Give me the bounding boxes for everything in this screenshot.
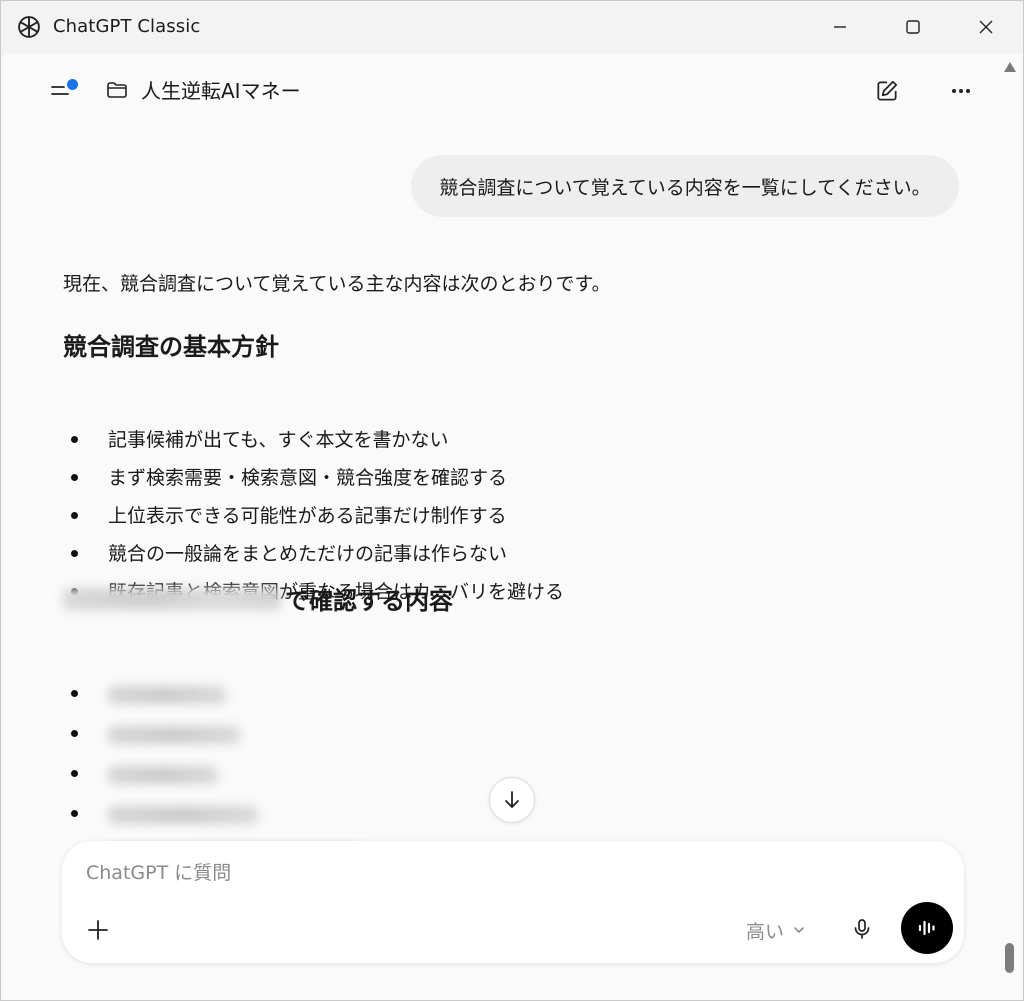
folder-icon	[107, 81, 127, 98]
redacted-text	[63, 587, 281, 610]
more-options-button[interactable]	[943, 73, 979, 109]
list-item: まず検索需要・検索意図・競合強度を確認する	[63, 459, 564, 497]
user-message: 競合調査について覚えている内容を一覧にしてください。	[411, 155, 959, 217]
arrow-down-icon	[505, 791, 519, 808]
sidebar-toggle-icon	[49, 75, 79, 105]
maximize-icon	[906, 20, 920, 34]
chatgpt-logo-icon	[18, 16, 40, 38]
window-title: ChatGPT Classic	[53, 16, 201, 37]
reasoning-level-select[interactable]: 高い	[746, 915, 806, 945]
sidebar-toggle-button[interactable]	[49, 75, 79, 105]
redacted-text	[108, 805, 258, 824]
add-attachment-button[interactable]	[82, 914, 114, 946]
section-heading: で確認する内容	[63, 581, 453, 616]
list-item: 上位表示できる可能性がある記事だけ制作する	[63, 497, 564, 535]
project-name: 人生逆転AIマネー	[141, 79, 301, 103]
new-chat-icon	[877, 80, 898, 101]
minimize-button[interactable]	[803, 1, 877, 53]
list-item	[63, 755, 358, 795]
voice-mode-button[interactable]	[901, 902, 953, 954]
minimize-icon	[834, 26, 846, 28]
scrollbar-thumb[interactable]	[1005, 943, 1014, 973]
new-chat-button[interactable]	[869, 73, 905, 109]
dictation-button[interactable]	[846, 913, 878, 945]
close-icon	[979, 20, 993, 34]
list-item: 競合の一般論をまとめただけの記事は作らない	[63, 535, 564, 573]
chevron-down-icon	[794, 927, 804, 933]
list-item	[63, 715, 358, 755]
list-item	[63, 795, 358, 835]
assistant-intro: 現在、競合調査について覚えている主な内容は次のとおりです。	[63, 273, 611, 295]
redacted-text	[108, 725, 240, 744]
voice-mode-icon	[918, 920, 935, 936]
assistant-message: 現在、競合調査について覚えている主な内容は次のとおりです。 競合調査の基本方針 …	[63, 269, 963, 864]
chat-area: 人生逆転AIマネー 競合調査について覚えている内容を一覧にしてください。 現在、…	[1, 53, 1023, 1000]
plus-icon	[88, 920, 108, 940]
close-button[interactable]	[949, 1, 1023, 53]
list-item	[63, 675, 358, 715]
app-window: ChatGPT Classic 人生逆転AIマネー 競合調査について覚えている内…	[0, 0, 1024, 1001]
message-composer: 高い	[62, 841, 964, 963]
scroll-to-bottom-button[interactable]	[489, 777, 535, 823]
more-icon	[952, 89, 970, 93]
prompt-input[interactable]	[84, 861, 784, 885]
project-breadcrumb[interactable]: 人生逆転AIマネー	[105, 75, 301, 104]
microphone-icon	[854, 919, 870, 939]
redacted-text	[108, 685, 226, 704]
notification-dot	[67, 79, 78, 90]
maximize-button[interactable]	[876, 1, 950, 53]
list-item: 記事候補が出ても、すぐ本文を書かない	[63, 421, 564, 459]
reasoning-level-label: 高い	[746, 920, 785, 943]
title-bar: ChatGPT Classic	[1, 1, 1023, 53]
scroll-up-arrow-icon[interactable]	[1003, 61, 1017, 73]
redacted-text	[108, 765, 218, 784]
section-heading: 競合調査の基本方針	[63, 333, 279, 361]
